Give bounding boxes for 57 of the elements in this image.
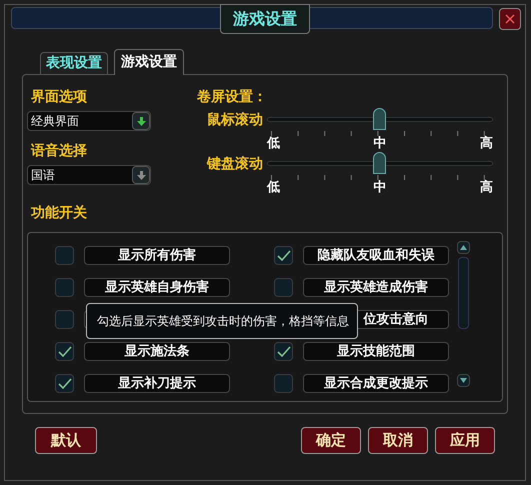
dialog-button[interactable]: 取消 — [368, 427, 428, 454]
default-button[interactable]: 默认 — [35, 427, 97, 454]
slider-label: 鼠标滚动 — [206, 110, 264, 130]
close-icon — [505, 14, 515, 24]
section-heading: 语音选择 — [30, 142, 88, 161]
section-heading: 界面选项 — [30, 88, 88, 107]
checkbox[interactable] — [55, 310, 74, 330]
section-heading: 卷屏设置： — [197, 88, 268, 107]
option-label: 显示合成更改提示 — [303, 374, 449, 394]
dropdown[interactable]: 国语 — [27, 165, 151, 185]
mid-label: 中 — [374, 181, 386, 194]
tooltip: 勾选后显示英雄受到攻击时的伤害，格挡等信息 — [86, 303, 358, 339]
check-icon — [58, 346, 72, 358]
tab[interactable]: 游戏设置 — [114, 49, 184, 75]
dropdown[interactable]: 经典界面 — [27, 111, 151, 131]
tab[interactable]: 表现设置 — [40, 52, 108, 74]
slider-thumb[interactable] — [373, 152, 386, 174]
scrollbar[interactable] — [456, 241, 470, 387]
option-label: 显示技能范围 — [303, 342, 449, 362]
slider-thumb[interactable] — [373, 108, 386, 130]
checkbox[interactable] — [55, 278, 74, 298]
scroll-thumb[interactable] — [458, 257, 468, 329]
slider-label: 键盘滚动 — [206, 154, 264, 174]
close-button[interactable] — [499, 8, 521, 30]
slider-track[interactable] — [267, 152, 493, 174]
dropdown-value: 经典界面 — [30, 115, 80, 127]
checkbox[interactable] — [55, 246, 74, 266]
check-icon — [276, 250, 290, 262]
option-label: 显示所有伤害 — [84, 246, 230, 266]
checkbox[interactable] — [274, 342, 293, 362]
scroll-up-icon[interactable] — [456, 241, 470, 254]
high-label: 高 — [480, 137, 493, 150]
option-label: 显示英雄造成伤害 — [303, 278, 449, 298]
low-label: 低 — [267, 181, 280, 194]
option-label: 显示英雄自身伤害 — [84, 278, 230, 298]
dropdown-value: 国语 — [30, 169, 56, 181]
checkbox[interactable] — [274, 246, 293, 266]
dialog-button[interactable]: 确定 — [301, 427, 361, 454]
option-label: 隐藏队友吸血和失误 — [303, 246, 449, 266]
window-title: 游戏设置 — [220, 4, 310, 34]
scroll-down-icon[interactable] — [456, 374, 470, 387]
mid-label: 中 — [374, 137, 386, 150]
dialog-button[interactable]: 应用 — [435, 427, 495, 454]
arrow-down-icon[interactable] — [132, 166, 150, 184]
slider-track[interactable] — [267, 108, 493, 130]
arrow-down-icon[interactable] — [132, 112, 150, 130]
checkbox[interactable] — [274, 374, 293, 394]
option-label: 显示补刀提示 — [84, 374, 230, 394]
checkbox[interactable] — [274, 278, 293, 298]
section-heading: 功能开关 — [30, 204, 88, 223]
checkbox[interactable] — [55, 342, 74, 362]
check-icon — [276, 346, 290, 358]
low-label: 低 — [267, 137, 280, 150]
check-icon — [58, 378, 72, 390]
option-label: 显示施法条 — [84, 342, 230, 362]
checkbox[interactable] — [55, 374, 74, 394]
high-label: 高 — [480, 181, 493, 194]
